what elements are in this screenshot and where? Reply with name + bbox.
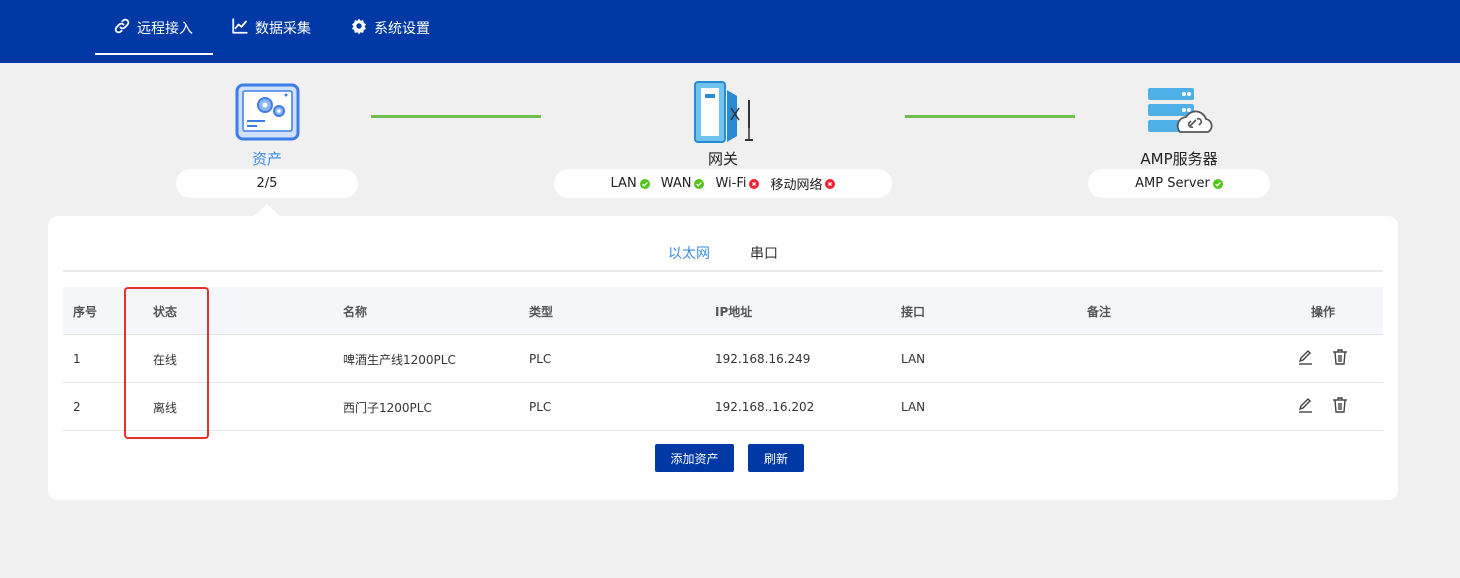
error-icon bbox=[825, 178, 836, 189]
row-status: 在线 bbox=[153, 352, 178, 367]
status-mobile: 移动网络 bbox=[770, 174, 836, 193]
asset-list-card: 以太网 串口 序号 状态 名称 类型 IP地址 接口 备注 操作 1 在线 啤酒… bbox=[48, 216, 1398, 500]
server-title[interactable]: AMP服务器 bbox=[1119, 148, 1239, 169]
header-port: 接口 bbox=[901, 304, 926, 319]
gateway-title[interactable]: 网关 bbox=[673, 148, 773, 169]
header-index: 序号 bbox=[73, 304, 98, 319]
status-wifi: Wi-Fi bbox=[715, 176, 760, 191]
nav-label: 系统设置 bbox=[374, 20, 430, 37]
tab-serial[interactable]: 串口 bbox=[750, 243, 778, 263]
status-lan: LAN bbox=[611, 176, 650, 191]
link-line-gateway-server bbox=[905, 115, 1075, 118]
refresh-button[interactable]: 刷新 bbox=[748, 444, 804, 472]
row-port: LAN bbox=[901, 352, 926, 366]
row-name: 啤酒生产线1200PLC bbox=[343, 352, 456, 367]
nav-label: 数据采集 bbox=[255, 20, 311, 37]
header-status: 状态 bbox=[153, 304, 178, 319]
table-header: 序号 状态 名称 类型 IP地址 接口 备注 操作 bbox=[63, 287, 1383, 335]
server-cloud-icon[interactable] bbox=[1146, 86, 1214, 138]
gateway-status-pill: LAN WAN Wi-Fi 移动网络 bbox=[554, 169, 892, 198]
selection-caret bbox=[254, 204, 280, 216]
row-port: LAN bbox=[901, 400, 926, 414]
add-asset-button[interactable]: 添加资产 bbox=[655, 444, 734, 472]
table-row: 1 在线 啤酒生产线1200PLC PLC 192.168.16.249 LAN bbox=[63, 335, 1383, 383]
check-icon bbox=[694, 178, 705, 189]
edit-icon[interactable] bbox=[1297, 348, 1315, 366]
gear-icon bbox=[350, 17, 368, 39]
status-label: 移动网络 bbox=[770, 178, 823, 193]
edit-icon[interactable] bbox=[1297, 396, 1315, 414]
nav-item-data-collection[interactable]: 数据采集 bbox=[231, 0, 311, 55]
gateway-device-icon[interactable] bbox=[693, 80, 757, 146]
asset-count-pill: 2/5 bbox=[176, 169, 358, 198]
nav-item-system-settings[interactable]: 系统设置 bbox=[350, 0, 430, 55]
status-label: AMP Server bbox=[1135, 176, 1210, 191]
server-status-pill: AMP Server bbox=[1088, 169, 1270, 198]
row-index: 1 bbox=[73, 352, 81, 366]
row-index: 2 bbox=[73, 400, 81, 414]
link-icon bbox=[113, 17, 131, 39]
tab-divider bbox=[63, 270, 1383, 272]
row-name: 西门子1200PLC bbox=[343, 400, 432, 415]
status-label: Wi-Fi bbox=[715, 176, 747, 191]
asset-count: 2/5 bbox=[256, 176, 278, 191]
top-nav: 远程接入 数据采集 系统设置 bbox=[0, 0, 1460, 63]
row-status: 离线 bbox=[153, 400, 178, 415]
nav-label: 远程接入 bbox=[137, 20, 193, 37]
status-amp-server: AMP Server bbox=[1135, 176, 1223, 191]
check-icon bbox=[639, 178, 650, 189]
error-icon bbox=[749, 178, 760, 189]
row-ip: 192.168..16.202 bbox=[715, 400, 815, 414]
chart-line-icon bbox=[231, 17, 249, 39]
tab-ethernet[interactable]: 以太网 bbox=[668, 243, 710, 263]
asset-title[interactable]: 资产 bbox=[217, 148, 317, 169]
header-name: 名称 bbox=[343, 304, 368, 319]
row-ip: 192.168.16.249 bbox=[715, 352, 811, 366]
header-ip: IP地址 bbox=[715, 304, 753, 319]
status-label: WAN bbox=[660, 176, 692, 191]
row-type: PLC bbox=[529, 352, 552, 366]
row-type: PLC bbox=[529, 400, 552, 414]
asset-device-icon[interactable] bbox=[235, 83, 300, 141]
trash-icon[interactable] bbox=[1331, 348, 1349, 366]
check-icon bbox=[1212, 178, 1223, 189]
trash-icon[interactable] bbox=[1331, 396, 1349, 414]
table-row: 2 离线 西门子1200PLC PLC 192.168..16.202 LAN bbox=[63, 383, 1383, 431]
status-wan: WAN bbox=[661, 176, 705, 191]
nav-item-remote-access[interactable]: 远程接入 bbox=[95, 0, 213, 55]
header-actions: 操作 bbox=[1311, 304, 1336, 319]
header-type: 类型 bbox=[529, 304, 554, 319]
header-note: 备注 bbox=[1087, 304, 1112, 319]
link-line-asset-gateway bbox=[371, 115, 541, 118]
status-label: LAN bbox=[610, 176, 637, 191]
